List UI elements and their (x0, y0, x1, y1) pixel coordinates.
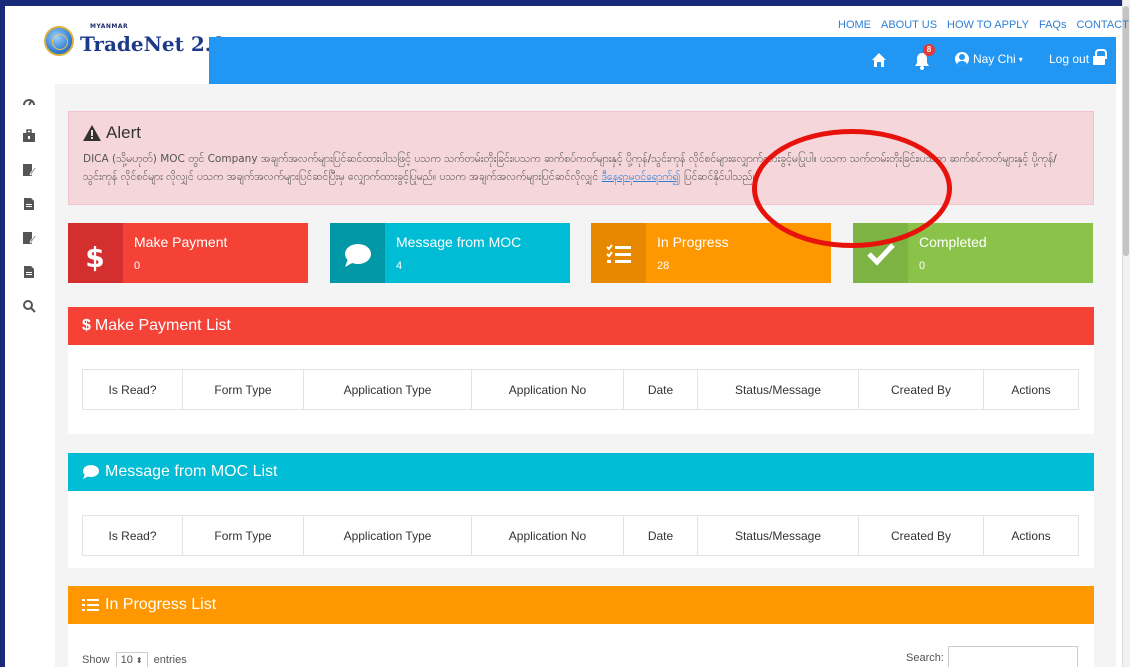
nav-contact-link[interactable]: CONTACT (1076, 19, 1128, 31)
column-header[interactable]: Application Type (303, 515, 472, 556)
svg-text:$: $ (85, 241, 104, 274)
logo-title: TradeNet 2.0 (80, 32, 226, 56)
chat-icon (330, 223, 385, 283)
column-header[interactable]: Is Read? (82, 515, 183, 556)
window-top-border (0, 0, 1130, 6)
card-count: 28 (657, 260, 670, 272)
dashboard-icon[interactable] (22, 95, 36, 109)
window-left-border (0, 0, 5, 667)
column-header[interactable]: Date (623, 369, 698, 410)
notifications-button[interactable]: 8 (914, 44, 936, 71)
list-icon (82, 599, 99, 611)
document-icon[interactable] (22, 265, 36, 279)
card-label: Make Payment (134, 234, 228, 250)
warning-icon (83, 125, 101, 141)
nav-home-link[interactable]: HOME (838, 19, 871, 31)
card-count: 4 (396, 260, 403, 272)
make-payment-list-panel: $ Make Payment List Is Read? Form Type A… (68, 307, 1094, 434)
user-name: Nay Chi (973, 52, 1016, 66)
top-nav-links: HOME ABOUT US HOW TO APPLY FAQs CONTACT (838, 19, 1129, 31)
dollar-icon: $ (82, 317, 91, 334)
card-count: 0 (134, 260, 141, 272)
card-count: 0 (919, 260, 926, 272)
user-menu-dropdown[interactable]: Nay Chi ▾ (955, 52, 1023, 66)
alert-title: Alert (106, 123, 141, 142)
message-from-moc-list-panel: Message from MOC List Is Read? Form Type… (68, 453, 1094, 568)
make-payment-table: Is Read? Form Type Application Type Appl… (82, 369, 1079, 410)
edit-company-info-link[interactable]: ဒီနေရာမှဝင်ရောက်၍ (602, 171, 681, 183)
alert-message-text: DICA (သို့မဟုတ်) MOC တွင် Company အချက်အ… (83, 153, 1057, 183)
panel-title: In Progress List (105, 596, 217, 613)
panel-title: Message from MOC List (105, 463, 278, 480)
entries-select[interactable]: 10 ⬍ (115, 652, 148, 667)
in-progress-card[interactable]: In Progress 28 (591, 223, 831, 283)
card-label: Completed (919, 234, 987, 250)
panel-header: Message from MOC List (68, 453, 1094, 491)
edit-file-icon[interactable] (22, 231, 36, 245)
chevron-down-icon: ▾ (1018, 54, 1023, 64)
globe-emblem-icon (44, 26, 74, 56)
column-header[interactable]: Form Type (182, 369, 304, 410)
user-avatar-icon (955, 52, 969, 66)
notification-count-badge: 8 (923, 44, 935, 56)
column-header[interactable]: Created By (858, 515, 984, 556)
sidebar (22, 95, 36, 333)
column-header[interactable]: Actions (983, 515, 1079, 556)
list-icon (591, 223, 646, 283)
column-header[interactable]: Application No (471, 369, 624, 410)
column-header[interactable]: Status/Message (697, 515, 859, 556)
column-header[interactable]: Created By (858, 369, 984, 410)
column-header[interactable]: Application Type (303, 369, 472, 410)
column-header[interactable]: Form Type (182, 515, 304, 556)
panel-header: In Progress List (68, 586, 1094, 624)
column-header[interactable]: Date (623, 515, 698, 556)
completed-card[interactable]: Completed 0 (853, 223, 1093, 283)
dollar-icon: $ (68, 223, 123, 283)
alert-heading: Alert (83, 123, 141, 143)
scrollbar-track[interactable] (1122, 0, 1130, 667)
nav-how-to-apply-link[interactable]: HOW TO APPLY (947, 19, 1029, 31)
document-icon[interactable] (22, 197, 36, 211)
panel-header: $ Make Payment List (68, 307, 1094, 345)
header-bar: 8 Nay Chi ▾ Log out (209, 37, 1116, 84)
logout-label: Log out (1049, 52, 1090, 66)
card-label: Message from MOC (396, 234, 522, 250)
alert-message-text-end: ပြင်ဆင်နိုင်ပါသည်။ (680, 171, 756, 183)
search-icon[interactable] (22, 299, 36, 313)
logout-button[interactable]: Log out (1049, 49, 1108, 66)
nav-faqs-link[interactable]: FAQs (1039, 19, 1067, 31)
alert-box: Alert DICA (သို့မဟုတ်) MOC တွင် Company … (68, 111, 1094, 205)
tradenet-logo[interactable]: MYANMAR TradeNet 2.0 (44, 23, 226, 56)
column-header[interactable]: Status/Message (697, 369, 859, 410)
column-header[interactable]: Application No (471, 515, 624, 556)
make-payment-card[interactable]: $ Make Payment 0 (68, 223, 308, 283)
in-progress-list-panel: In Progress List Show 10 ⬍ entries Searc… (68, 586, 1094, 667)
lock-icon (1093, 49, 1108, 65)
column-header[interactable]: Actions (983, 369, 1079, 410)
message-from-moc-card[interactable]: Message from MOC 4 (330, 223, 570, 283)
chat-icon (83, 465, 99, 479)
table-controls: Show 10 ⬍ entries Search: (82, 646, 1082, 667)
show-label: Show (82, 654, 110, 666)
search-label: Search: (906, 652, 944, 664)
column-header[interactable]: Is Read? (82, 369, 183, 410)
table-header-row: Is Read? Form Type Application Type Appl… (82, 515, 1079, 556)
logo-subtitle: MYANMAR (90, 23, 129, 30)
search-input[interactable] (948, 646, 1078, 667)
check-icon (853, 223, 908, 283)
edit-file-icon[interactable] (22, 163, 36, 177)
table-header-row: Is Read? Form Type Application Type Appl… (82, 369, 1079, 410)
card-label: In Progress (657, 234, 729, 250)
panel-title: Make Payment List (94, 317, 231, 334)
nav-about-link[interactable]: ABOUT US (881, 19, 937, 31)
home-icon[interactable] (871, 52, 887, 68)
alert-message: DICA (သို့မဟုတ်) MOC တွင် Company အချက်အ… (83, 150, 1083, 186)
entries-label: entries (153, 654, 187, 666)
message-table: Is Read? Form Type Application Type Appl… (82, 515, 1079, 556)
scrollbar-thumb[interactable] (1123, 6, 1129, 256)
briefcase-icon[interactable] (22, 129, 36, 143)
